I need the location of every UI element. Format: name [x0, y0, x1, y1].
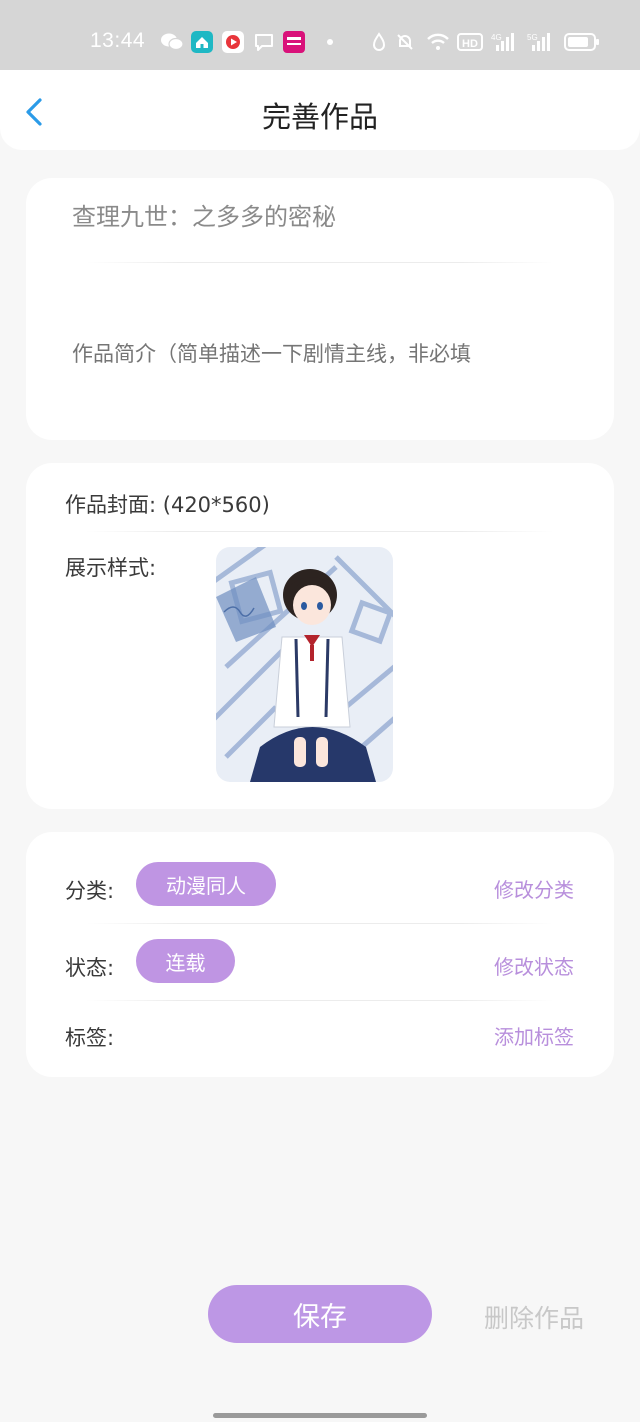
divider: [86, 923, 554, 924]
cover-label-row: 作品封面: (420*560): [65, 489, 270, 519]
cover-size-hint: (420*560): [162, 493, 270, 517]
add-tag-link[interactable]: 添加标签: [494, 1021, 574, 1050]
nav-bar: 完善作品: [0, 70, 640, 150]
save-button[interactable]: 保存: [208, 1285, 432, 1343]
divider: [86, 1000, 554, 1001]
status-pill[interactable]: 连载: [136, 939, 235, 983]
wechat-icon: [160, 30, 184, 54]
water-drop-icon: [370, 30, 388, 54]
home-app-icon: [191, 30, 213, 54]
svg-text:4G: 4G: [491, 33, 502, 42]
category-pill[interactable]: 动漫同人: [136, 862, 276, 906]
divider: [86, 531, 554, 532]
status-time: 13:44: [90, 29, 146, 52]
edit-status-link[interactable]: 修改状态: [494, 951, 574, 980]
status-bar: 13:44 HD 4G 5G: [0, 0, 640, 70]
cover-card: 作品封面: (420*560) 展示样式:: [26, 463, 614, 809]
wifi-icon: [425, 30, 451, 54]
shop-app-icon: [283, 30, 305, 54]
work-description-input[interactable]: [72, 336, 572, 372]
hd-icon: HD: [457, 30, 483, 54]
page-title: 完善作品: [261, 100, 378, 134]
category-label: 分类:: [65, 879, 115, 903]
chat-bubble-icon: [252, 30, 276, 54]
signal-4g-icon: 4G: [490, 30, 518, 54]
delete-work-button[interactable]: 删除作品: [484, 1299, 584, 1335]
bell-muted-icon: [394, 30, 416, 54]
display-style-label: 展示样式:: [65, 556, 157, 580]
cover-illustration: [216, 547, 393, 782]
edit-category-link[interactable]: 修改分类: [494, 874, 574, 903]
svg-text:HD: HD: [462, 38, 478, 50]
battery-icon: [564, 30, 600, 54]
video-app-icon: [222, 30, 244, 54]
signal-5g-icon: 5G: [526, 30, 554, 54]
meta-card: 分类: 动漫同人 修改分类 状态: 连载 修改状态 标签: 添加标签: [26, 832, 614, 1077]
work-info-card: [26, 178, 614, 440]
status-label: 状态:: [65, 956, 115, 980]
divider: [86, 262, 554, 263]
svg-text:5G: 5G: [527, 33, 538, 42]
cover-label: 作品封面:: [65, 493, 157, 517]
tags-label: 标签:: [65, 1026, 115, 1050]
dot-icon: [325, 30, 335, 54]
cover-image[interactable]: [216, 547, 393, 782]
work-title-input[interactable]: [72, 194, 552, 234]
home-indicator[interactable]: [213, 1413, 427, 1418]
